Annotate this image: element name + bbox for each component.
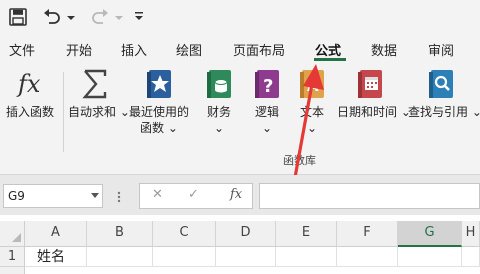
cell-g1[interactable] (398, 247, 462, 267)
select-all-icon (12, 233, 21, 242)
column-header-c[interactable]: C (153, 221, 216, 247)
worksheet-grid: A B C D E F G H 1 姓名 (0, 215, 480, 274)
column-header-h[interactable]: H (462, 221, 480, 247)
row-header-2[interactable] (0, 267, 25, 274)
name-box[interactable]: G9 (3, 184, 103, 208)
cell-c1[interactable] (153, 247, 216, 267)
formula-input[interactable] (259, 183, 480, 209)
cancel-icon[interactable]: ✕ (152, 187, 163, 202)
column-header-e[interactable]: E (276, 221, 337, 247)
column-header-a[interactable]: A (25, 221, 87, 247)
cell-d1[interactable] (216, 247, 276, 267)
column-header-b[interactable]: B (87, 221, 153, 247)
row-header-1[interactable]: 1 (0, 247, 25, 267)
cell-a1[interactable]: 姓名 (25, 247, 87, 267)
formula-bar: G9 ✕ ✓ fx (0, 175, 480, 215)
cell-e1[interactable] (276, 247, 337, 267)
cell-f1[interactable] (337, 247, 398, 267)
column-header-g[interactable]: G (398, 221, 462, 247)
insert-function-fx-icon[interactable]: fx (230, 187, 242, 202)
column-header-d[interactable]: D (216, 221, 276, 247)
name-box-dropdown-icon[interactable] (91, 193, 99, 198)
enter-icon[interactable]: ✓ (188, 187, 199, 202)
cell-h1[interactable] (462, 247, 480, 267)
cell-b1[interactable] (87, 247, 153, 267)
column-header-f[interactable]: F (337, 221, 398, 247)
formula-bar-grip-icon[interactable] (117, 191, 121, 203)
